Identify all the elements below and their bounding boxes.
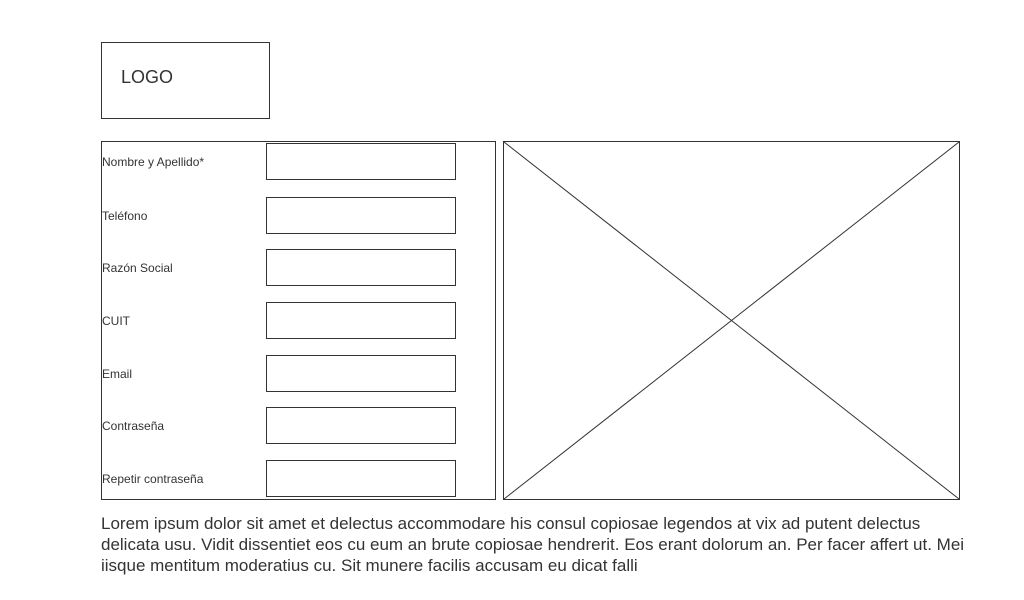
image-placeholder-cross [504, 142, 959, 499]
logo-text: LOGO [121, 67, 174, 87]
field-label-email: Email [102, 367, 133, 381]
field-label-cuit: CUIT [102, 314, 130, 328]
registration-form: Nombre y Apellido* Teléfono Razón Social… [101, 141, 496, 500]
field-label-repetir-contrasena: Repetir contraseña [102, 472, 204, 486]
field-label-contrasena: Contraseña [102, 419, 165, 433]
email-input[interactable] [266, 355, 456, 392]
image-placeholder-icon [503, 141, 960, 500]
logo-box: LOGO [101, 42, 270, 119]
nombre-input[interactable] [266, 143, 456, 180]
repeat-password-input[interactable] [266, 460, 456, 497]
password-input[interactable] [266, 407, 456, 444]
description-paragraph: Lorem ipsum dolor sit amet et delectus a… [101, 514, 965, 575]
telefono-input[interactable] [266, 197, 456, 234]
field-label-telefono: Teléfono [102, 209, 148, 223]
field-label-razon-social: Razón Social [102, 261, 173, 275]
cuit-input[interactable] [266, 302, 456, 339]
razon-social-input[interactable] [266, 249, 456, 286]
field-label-nombre: Nombre y Apellido* [102, 155, 205, 169]
